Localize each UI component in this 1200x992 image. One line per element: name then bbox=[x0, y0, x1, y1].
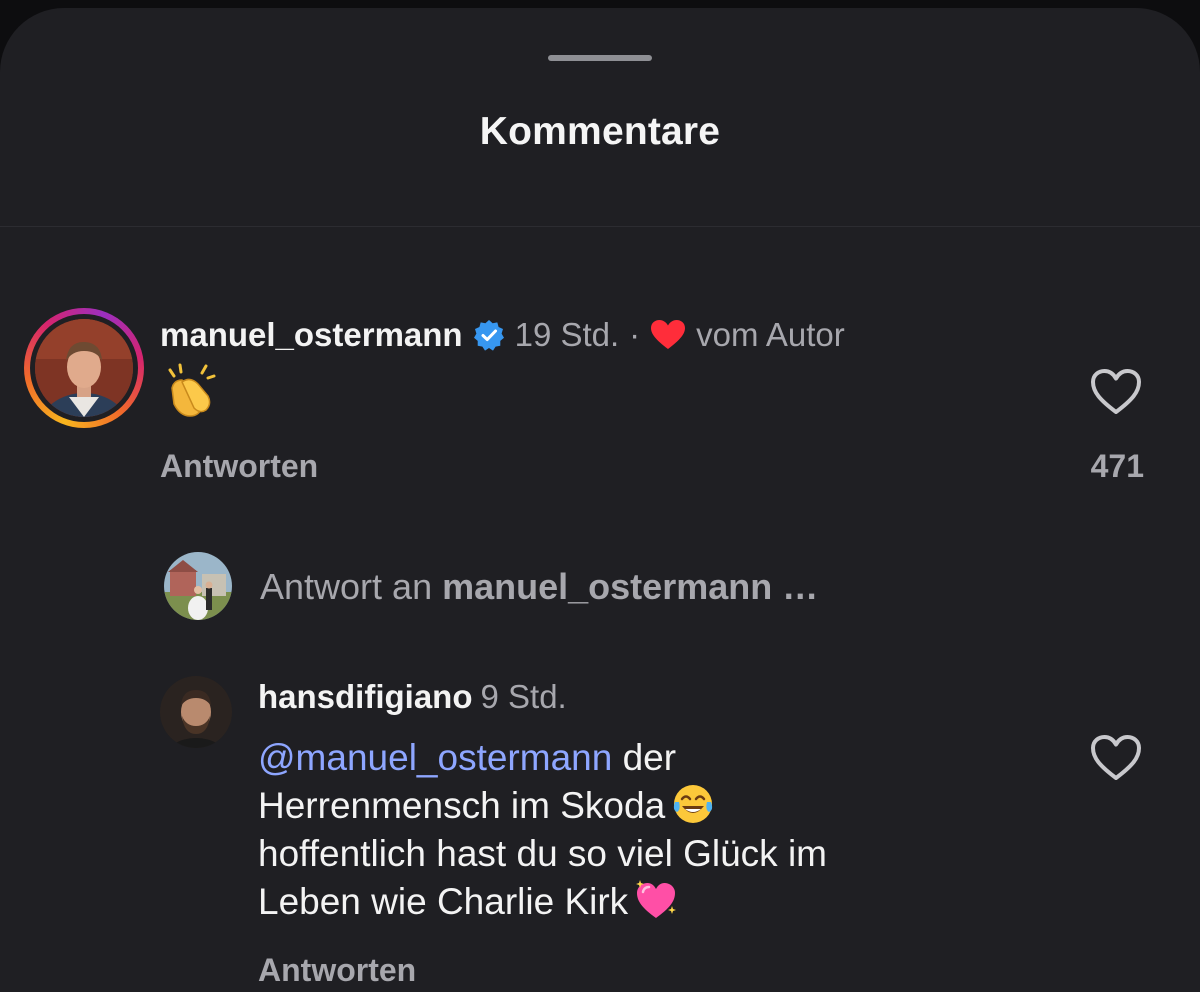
clapping-hands-emoji-icon bbox=[168, 363, 216, 417]
comment-username[interactable]: hansdifigiano bbox=[258, 678, 473, 715]
author-liked-label: vom Autor bbox=[696, 316, 845, 353]
comment-text: @manuel_ostermann der Herrenmensch im Sk… bbox=[258, 734, 998, 926]
comment-line-1-rest: der bbox=[612, 737, 677, 778]
like-count: 471 bbox=[1090, 448, 1144, 484]
verified-badge-icon bbox=[473, 320, 504, 351]
header-divider bbox=[0, 226, 1200, 227]
comment-timestamp: 19 Std. bbox=[514, 316, 620, 353]
reply-input-placeholder[interactable]: Antwort an manuel_ostermann … bbox=[260, 566, 818, 608]
comment-timestamp: 9 Std. bbox=[480, 678, 567, 715]
story-ring-avatar[interactable] bbox=[24, 308, 144, 428]
meta-separator: · bbox=[629, 316, 641, 353]
like-heart-icon[interactable] bbox=[1090, 734, 1142, 782]
sparkling-heart-emoji-icon bbox=[636, 880, 677, 918]
reply-target-username: manuel_ostermann … bbox=[442, 566, 819, 607]
comment-line-1: @manuel_ostermann der bbox=[258, 734, 998, 782]
comment-header: hansdifigiano 9 Std. bbox=[258, 678, 567, 716]
avatar-portrait-icon bbox=[35, 319, 133, 417]
comment-username[interactable]: manuel_ostermann bbox=[160, 316, 463, 354]
comment-line-3: hoffentlich hast du so viel Glück im bbox=[258, 833, 827, 874]
avatar-hansdifigiano[interactable] bbox=[160, 676, 232, 748]
avatar-portrait-icon bbox=[160, 676, 232, 748]
sheet-drag-handle[interactable] bbox=[548, 55, 652, 61]
mention-link[interactable]: @manuel_ostermann bbox=[258, 737, 612, 778]
avatar-manuel bbox=[35, 319, 133, 417]
comment-line-2-text: Herrenmensch im Skoda bbox=[258, 785, 666, 826]
comments-sheet: Kommentare manuel_ostermann 19 Std. · vo… bbox=[0, 8, 1200, 992]
comment-line-4: Leben wie Charlie Kirk bbox=[258, 878, 998, 926]
reply-button[interactable]: Antworten bbox=[160, 448, 318, 485]
reply-prefix: Antwort an bbox=[260, 566, 433, 607]
sheet-title: Kommentare bbox=[479, 110, 721, 153]
tears-of-joy-emoji-icon bbox=[674, 785, 713, 823]
reply-button[interactable]: Antworten bbox=[258, 952, 416, 989]
comment-line-4-text: Leben wie Charlie Kirk bbox=[258, 881, 629, 922]
comment-line-2: Herrenmensch im Skoda bbox=[258, 782, 998, 830]
author-liked-heart-icon bbox=[651, 320, 686, 349]
like-heart-icon[interactable] bbox=[1090, 368, 1142, 416]
comment-header: manuel_ostermann 19 Std. · vom Autor bbox=[160, 314, 845, 356]
wedding-photo-icon bbox=[164, 552, 232, 620]
current-user-avatar bbox=[164, 552, 232, 620]
